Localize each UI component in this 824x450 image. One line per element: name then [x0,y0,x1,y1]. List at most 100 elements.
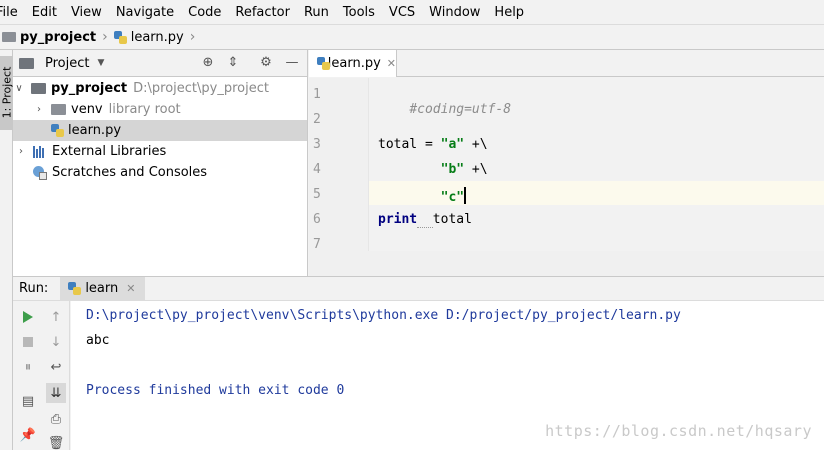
play-button[interactable] [18,307,38,327]
folder-icon [19,57,34,69]
trash-icon: 🗑 [47,435,65,450]
tree-item-label: py_project [51,81,128,96]
run-label: Run: [19,281,49,296]
chevron-right-icon[interactable]: › [33,104,45,115]
code-editor[interactable]: #coding=utf-8 total = "a" +\ "b" +\ "c" … [368,78,824,251]
console-exit-line: Process finished with exit code 0 [86,383,345,398]
print-button[interactable]: ⎙ [46,409,66,429]
tree-item-venv[interactable]: › venv library root [13,99,307,120]
tree-item-external-libraries[interactable]: › External Libraries [13,141,307,162]
line-number: 6 [313,212,321,227]
code-keyword: print [378,212,418,227]
menu-run[interactable]: Run [304,5,329,20]
play-icon [23,311,33,323]
gear-icon[interactable]: ⚙ [259,56,273,70]
menu-tools[interactable]: Tools [343,5,375,20]
left-tool-strip-bottom [0,276,13,450]
close-icon[interactable]: ✕ [387,57,396,70]
pin-icon: 📌 [19,427,37,443]
breadcrumb-project[interactable]: py_project [20,30,96,45]
run-tab-label: learn [85,281,119,296]
editor-bottom-area [309,251,824,276]
left-tool-strip: 1: Project [0,50,14,276]
scroll-down-button[interactable]: ↓ [46,332,66,352]
tree-item-learn-py[interactable]: learn.py [13,120,307,141]
soft-wrap-button[interactable]: ↩ [46,357,66,377]
menu-view[interactable]: View [71,5,102,20]
code-string: "b" [440,162,465,177]
clear-button[interactable]: 🗑 [46,433,66,450]
tree-item-root[interactable]: ∨ py_project D:\project\py_project [13,78,307,99]
chevron-right-icon[interactable]: › [15,146,27,157]
tree-item-note: library root [108,102,181,117]
code-text: total = [378,137,441,152]
minimize-icon[interactable]: — [285,56,299,70]
collapse-icon[interactable]: ⇕ [226,56,240,70]
menu-help[interactable]: Help [494,5,524,20]
watermark: https://blog.csdn.net/hqsary [545,422,812,440]
python-file-icon [317,57,330,70]
project-panel-header: Project ▼ ⊕ ⇕ ⚙ — [13,50,307,77]
menu-vcs[interactable]: VCS [389,5,415,20]
line-number: 5 [313,187,321,202]
python-file-icon [113,30,127,44]
editor-tab-learn-py[interactable]: learn.py ✕ [309,50,397,77]
line-number: 7 [313,237,321,252]
pin-button[interactable]: 📌 [18,425,38,445]
editor-gutter: 1 2 3 4 5 6 7 [309,78,368,252]
menu-code[interactable]: Code [188,5,221,20]
caret-down-icon[interactable]: ▼ [97,58,104,68]
scratch-icon [33,165,47,180]
globe-icon[interactable]: ⊕ [201,56,215,70]
line-number: 1 [313,87,321,102]
python-file-icon [51,124,64,137]
tree-item-label: External Libraries [52,144,167,159]
run-output-toolbar: ↑ ↓ ↩ ⇊ ⎙ 🗑 [43,301,70,450]
project-tool-tab-label: 1: Project [0,66,14,119]
editor-tab-label: learn.py [327,56,381,71]
tree-item-scratches[interactable]: Scratches and Consoles [13,162,307,183]
run-tab-learn[interactable]: learn ✕ [60,276,146,301]
wrap-icon: ↩ [50,359,62,375]
code-comment: #coding=utf-8 [409,102,512,117]
tree-item-label: venv [71,102,103,117]
code-line-5: "c" [378,187,467,205]
code-text: total [432,212,472,227]
library-icon [33,145,47,158]
printer-icon: ⎙ [50,411,62,427]
menu-window[interactable]: Window [429,5,480,20]
layout-icon: ▤ [21,393,35,409]
pause-icon: ⏸ [24,359,32,375]
code-line-1: #coding=utf-8 [378,87,511,132]
tree-item-label: Scratches and Consoles [52,165,208,180]
line-number: 2 [313,112,321,127]
line-number: 3 [313,137,321,152]
menu-refactor[interactable]: Refactor [235,5,290,20]
line-number: 4 [313,162,321,177]
menu-edit[interactable]: Edit [32,5,57,20]
menu-file[interactable]: File [0,5,18,20]
chevron-right-icon: › [102,29,108,45]
close-icon[interactable]: ✕ [126,282,135,295]
stop-button[interactable] [18,332,38,352]
code-text: +\ [464,162,488,177]
code-line-4: "b" +\ [378,162,488,177]
code-string: "c" [440,190,465,205]
layout-button[interactable]: ▤ [18,391,38,411]
scroll-to-end-button[interactable]: ⇊ [46,383,66,403]
menu-navigate[interactable]: Navigate [116,5,174,20]
tree-item-path: D:\project\py_project [133,81,269,96]
console-command-line: D:\project\py_project\venv\Scripts\pytho… [86,308,681,323]
breadcrumb-file[interactable]: learn.py [131,30,184,45]
navigation-bar: py_project › learn.py › [0,24,824,50]
chevron-down-icon[interactable]: ∨ [13,83,25,94]
project-tool-tab[interactable]: 1: Project [0,56,14,130]
stop-icon [23,337,33,347]
editor-tab-bar: learn.py ✕ [309,50,824,77]
scroll-up-button[interactable]: ↑ [46,307,66,327]
pause-button[interactable]: ⏸ [18,357,38,377]
tree-item-label: learn.py [68,123,122,138]
folder-icon [2,32,16,42]
arrow-up-icon: ↑ [50,309,62,325]
project-view-selector[interactable]: Project [45,56,89,71]
